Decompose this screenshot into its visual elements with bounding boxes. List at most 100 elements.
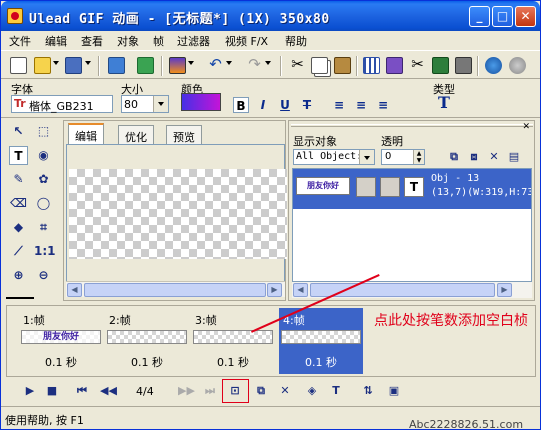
- open-dropdown-icon[interactable]: [53, 61, 59, 65]
- font-select[interactable]: Tr 楷体_GB231: [11, 95, 113, 113]
- first-frame-icon[interactable]: ⏮: [74, 383, 90, 399]
- menu-filter[interactable]: 过滤器: [177, 33, 210, 49]
- tab-edit[interactable]: 编辑: [68, 123, 104, 145]
- next-frame-icon[interactable]: ▶▶: [178, 383, 195, 399]
- frame-properties-icon[interactable]: ▣: [386, 383, 402, 399]
- menu-edit[interactable]: 编辑: [45, 33, 67, 49]
- stop-icon[interactable]: ■: [44, 383, 60, 399]
- web-icon[interactable]: [509, 57, 526, 74]
- italic-button[interactable]: I: [255, 97, 271, 113]
- marquee-tool-icon[interactable]: ⬚: [34, 122, 53, 141]
- menu-object[interactable]: 对象: [117, 33, 139, 49]
- eyedropper-tool-icon[interactable]: ⟋: [9, 242, 28, 261]
- browser-preview-icon[interactable]: [485, 57, 502, 74]
- fill-tool-icon[interactable]: ◆: [9, 218, 28, 237]
- bold-button[interactable]: B: [233, 97, 249, 113]
- pointer-tool-icon[interactable]: ↖: [9, 122, 28, 141]
- scroll-left-icon[interactable]: ◀: [293, 283, 308, 297]
- crop-tool-icon[interactable]: ⌗: [34, 218, 53, 237]
- eraser-tool-icon[interactable]: ⌫: [9, 194, 28, 213]
- underline-button[interactable]: U: [277, 97, 293, 113]
- align-right-icon[interactable]: ≡: [375, 97, 391, 113]
- scroll-left-icon[interactable]: ◀: [67, 283, 82, 297]
- scroll-right-icon[interactable]: ▶: [267, 283, 282, 297]
- wizard-icon[interactable]: [169, 57, 186, 74]
- undo-icon[interactable]: ↶: [207, 57, 224, 74]
- spin-arrows-icon[interactable]: ▲ ▼: [413, 150, 424, 164]
- reverse-frames-icon[interactable]: ⇅: [360, 383, 376, 399]
- ellipse-select-icon[interactable]: ◯: [34, 194, 53, 213]
- previous-frame-icon[interactable]: ◀◀: [100, 383, 117, 399]
- preview-icon[interactable]: [455, 57, 472, 74]
- redo-icon[interactable]: ↷: [246, 57, 263, 74]
- text-color-swatch[interactable]: [181, 93, 221, 111]
- save-icon[interactable]: [65, 57, 82, 74]
- lasso-tool-icon[interactable]: ✿: [34, 170, 53, 189]
- opacity-stepper[interactable]: 0 ▲ ▼: [381, 149, 425, 165]
- frame-thumbnail[interactable]: 1:帧 朋友你好 0.1 秒: [19, 308, 103, 374]
- play-icon[interactable]: ▶: [22, 383, 38, 399]
- save-dropdown-icon[interactable]: [85, 61, 91, 65]
- object-properties-icon[interactable]: ▤: [507, 150, 521, 164]
- wizard-dropdown-icon[interactable]: [188, 61, 194, 65]
- maximize-button[interactable]: □: [492, 6, 513, 27]
- crop-icon[interactable]: ✂: [409, 57, 426, 74]
- redo-dropdown-icon[interactable]: [265, 61, 271, 65]
- new-file-icon[interactable]: [10, 57, 27, 74]
- scroll-right-icon[interactable]: ▶: [497, 283, 512, 297]
- scroll-thumb[interactable]: [84, 283, 266, 297]
- duplicate-frame-icon[interactable]: ⧉: [253, 383, 269, 399]
- frame-thumbnail-selected[interactable]: 4:帧 0.1 秒: [279, 308, 363, 374]
- paste-icon[interactable]: [334, 57, 351, 74]
- minimize-button[interactable]: _: [469, 6, 490, 27]
- close-button[interactable]: ✕: [515, 6, 536, 27]
- optimize-icon[interactable]: [386, 57, 403, 74]
- layout-icon[interactable]: [363, 57, 380, 74]
- tab-preview[interactable]: 预览: [166, 125, 202, 144]
- open-folder-icon[interactable]: [34, 57, 51, 74]
- delete-frame-icon[interactable]: ✕: [277, 383, 293, 399]
- cut-icon[interactable]: ✂: [289, 57, 306, 74]
- menu-frame[interactable]: 帧: [153, 33, 164, 49]
- frame-properties-icon[interactable]: [432, 57, 449, 74]
- menu-help[interactable]: 帮助: [285, 33, 307, 49]
- brush-tool-icon[interactable]: ✎: [9, 170, 28, 189]
- canvas-horizontal-scrollbar[interactable]: ◀ ▶: [66, 281, 285, 297]
- scroll-thumb[interactable]: [310, 283, 495, 297]
- actual-size-icon[interactable]: 1:1: [34, 242, 56, 261]
- delete-object-icon[interactable]: ✕: [487, 150, 501, 164]
- align-left-icon[interactable]: ≡: [331, 97, 347, 113]
- export-icon[interactable]: [137, 57, 154, 74]
- undo-dropdown-icon[interactable]: [226, 61, 232, 65]
- menu-file[interactable]: 文件: [9, 33, 31, 49]
- tab-optimize[interactable]: 优化: [118, 125, 154, 144]
- menu-view[interactable]: 查看: [81, 33, 103, 49]
- chevron-down-icon[interactable]: [153, 96, 168, 112]
- canvas-area[interactable]: [66, 144, 287, 282]
- object-lock-box[interactable]: [380, 177, 400, 197]
- text-banner-icon[interactable]: T: [328, 383, 344, 399]
- object-visibility-box[interactable]: [356, 177, 376, 197]
- tween-icon[interactable]: ◈: [304, 383, 320, 399]
- menu-video-fx[interactable]: 视频 F/X: [225, 33, 268, 49]
- panel-close-icon[interactable]: ✕: [522, 122, 530, 132]
- size-select[interactable]: 80: [121, 95, 169, 113]
- strikethrough-button[interactable]: T: [299, 97, 315, 113]
- align-center-icon[interactable]: ≡: [353, 97, 369, 113]
- zoom-in-icon[interactable]: ⊕: [9, 266, 28, 285]
- last-frame-icon[interactable]: ⏭: [202, 383, 218, 399]
- text-type-icon[interactable]: T: [438, 93, 450, 112]
- merge-object-icon[interactable]: ⧈: [467, 150, 481, 164]
- object-row[interactable]: 朋友你好 T Obj - 13 (13,7)(W:319,H:73: [293, 169, 531, 209]
- transform-tool-icon[interactable]: ◉: [34, 146, 53, 165]
- transparent-canvas[interactable]: [69, 169, 287, 259]
- text-tool-icon[interactable]: T: [9, 146, 28, 165]
- zoom-out-icon[interactable]: ⊖: [34, 266, 53, 285]
- frame-thumbnail[interactable]: 2:帧 0.1 秒: [105, 308, 189, 374]
- add-image-icon[interactable]: [108, 57, 125, 74]
- display-objects-select[interactable]: All Object:: [293, 149, 375, 165]
- chevron-down-icon[interactable]: [359, 150, 374, 164]
- duplicate-object-icon[interactable]: ⧉: [447, 150, 461, 164]
- panel-grip[interactable]: [291, 124, 533, 127]
- title-bar[interactable]: Ulead GIF 动画 - [无标题*] (1X) 350x80 _ □ ✕: [1, 1, 540, 31]
